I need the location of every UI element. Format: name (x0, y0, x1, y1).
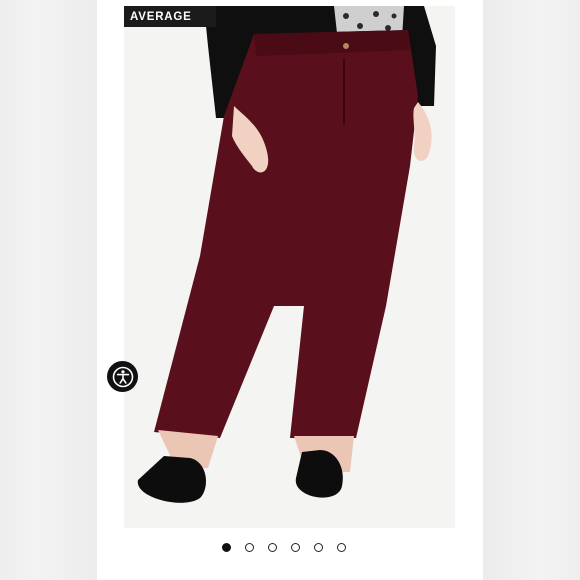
carousel-dot[interactable] (314, 542, 323, 552)
fit-badge: AVERAGE (124, 6, 216, 27)
velvet-pants (154, 30, 418, 438)
carousel-dot[interactable] (222, 542, 231, 552)
carousel-dot[interactable] (291, 542, 300, 552)
blurred-backdrop-left (0, 0, 97, 580)
left-shoe (137, 456, 206, 503)
accessibility-icon (112, 366, 133, 387)
right-hand (413, 102, 432, 161)
accessibility-button[interactable] (107, 361, 138, 392)
carousel-dot[interactable] (268, 542, 277, 552)
carousel-dot[interactable] (337, 542, 346, 552)
blurred-backdrop-right (483, 0, 580, 580)
model-illustration (137, 6, 436, 503)
product-photo[interactable] (124, 6, 455, 528)
carousel-dot[interactable] (245, 542, 254, 552)
carousel-pagination (222, 541, 346, 553)
fit-badge-label: AVERAGE (130, 10, 192, 23)
